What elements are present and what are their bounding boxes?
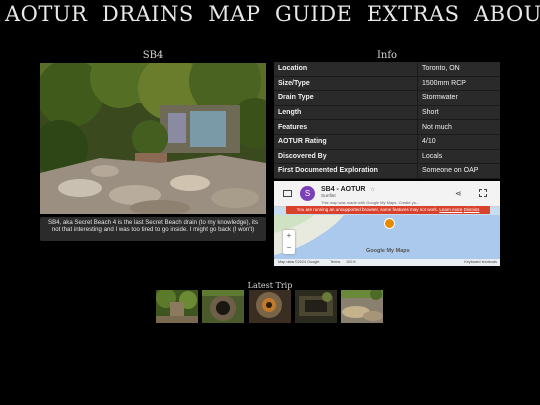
table-row: Drain Type Stormwater <box>274 90 500 106</box>
info-title: Info <box>376 50 398 61</box>
latest-trip-title: Latest Trip <box>247 281 293 290</box>
info-label: Length <box>274 105 418 121</box>
google-logo: Google My Maps <box>366 248 410 254</box>
table-row: Size/Type 1500mm RCP <box>274 76 500 92</box>
table-row: Features Not much <box>274 119 500 135</box>
info-value: 4/10 <box>417 134 500 150</box>
sidebar-toggle-icon[interactable] <box>283 190 292 197</box>
zoom-in-button[interactable]: + <box>283 230 295 242</box>
keyboard-shortcuts-link[interactable]: Keyboard shortcuts <box>464 259 497 266</box>
map-title[interactable]: SB4 - AOTUR <box>321 186 365 193</box>
info-label: AOTUR Rating <box>274 134 418 150</box>
map-subtitle: Sunfist <box>321 194 336 199</box>
nav-about[interactable]: ABOUT <box>474 2 540 26</box>
info-label: Size/Type <box>274 76 418 92</box>
zoom-controls: + − <box>283 230 295 254</box>
table-row: Length Short <box>274 105 500 121</box>
nav-extras[interactable]: EXTRAS <box>367 2 460 26</box>
fullscreen-icon[interactable] <box>479 189 487 197</box>
nav-aotur[interactable]: AOTUR <box>5 2 87 26</box>
info-value: 1500mm RCP <box>417 76 500 92</box>
warning-text: You are running an unsupported browser, … <box>296 207 439 212</box>
table-row: First Documented Exploration Someone on O… <box>274 163 500 179</box>
table-row: Location Toronto, ON <box>274 62 500 77</box>
trip-thumbnail[interactable] <box>202 290 244 323</box>
info-value: Stormwater <box>417 90 500 106</box>
map-marker-icon[interactable] <box>384 218 395 229</box>
browser-warning: You are running an unsupported browser, … <box>286 206 490 214</box>
info-value: Not much <box>417 119 500 135</box>
info-value: Short <box>417 105 500 121</box>
map-scale: 100 ft <box>346 260 356 264</box>
nav-map[interactable]: MAP <box>208 2 260 26</box>
map-header: S SB4 - AOTUR ☆ Sunfist This map was mad… <box>274 181 500 207</box>
info-label: Discovered By <box>274 149 418 165</box>
info-table: Location Toronto, ON Size/Type 1500mm RCP … <box>274 62 500 179</box>
trip-thumbnail[interactable] <box>156 290 198 323</box>
avatar: S <box>300 186 315 201</box>
map-attribution: Map data ©2024 Google <box>278 260 320 264</box>
info-value: Someone on OAP <box>417 163 500 179</box>
zoom-out-button[interactable]: − <box>283 242 295 254</box>
table-row: AOTUR Rating 4/10 <box>274 134 500 150</box>
photo-caption: SB4, aka Secret Beach 4 is the last Secr… <box>40 217 266 241</box>
info-label: Drain Type <box>274 90 418 106</box>
embedded-map[interactable]: S SB4 - AOTUR ☆ Sunfist This map was mad… <box>274 181 500 266</box>
main-nav: AOTUR DRAINS MAP GUIDE EXTRAS ABOUT <box>0 2 540 26</box>
map-footer: Map data ©2024 Google Terms 100 ft Keybo… <box>274 259 500 266</box>
terms-link[interactable]: Terms <box>330 259 340 266</box>
trip-thumbnail[interactable] <box>295 290 337 323</box>
star-icon[interactable]: ☆ <box>370 186 375 193</box>
info-value: Toronto, ON <box>417 62 500 77</box>
info-value: Locals <box>417 149 500 165</box>
trip-thumbnail[interactable] <box>341 290 383 323</box>
photo-title: SB4 <box>142 50 164 61</box>
map-notice: This map was made with Google My Maps. C… <box>321 200 420 205</box>
dismiss-link[interactable]: Dismiss <box>464 207 480 212</box>
info-label: Features <box>274 119 418 135</box>
info-label: First Documented Exploration <box>274 163 418 179</box>
nav-guide[interactable]: GUIDE <box>275 2 352 26</box>
info-label: Location <box>274 62 418 77</box>
share-icon[interactable]: ⋖ <box>455 189 462 198</box>
nav-drains[interactable]: DRAINS <box>102 2 194 26</box>
drain-photo[interactable] <box>40 63 266 214</box>
trip-thumbnail[interactable] <box>249 290 291 323</box>
table-row: Discovered By Locals <box>274 149 500 165</box>
learn-more-link[interactable]: Learn more <box>439 207 462 212</box>
